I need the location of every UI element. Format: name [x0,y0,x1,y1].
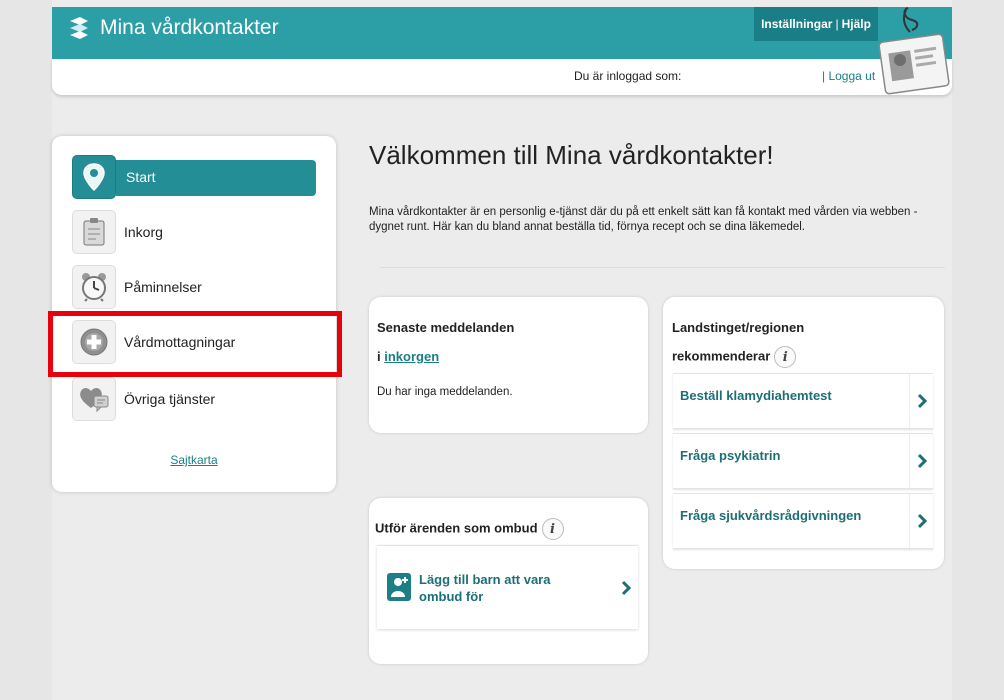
divider [380,267,945,268]
alarm-clock-icon [72,265,116,309]
settings-link[interactable]: Inställningar [761,17,832,31]
clipboard-icon [72,210,116,254]
logo[interactable]: Mina vårdkontakter [66,15,279,41]
user-bar: Du är inloggad som: | Logga ut [52,59,952,95]
help-link[interactable]: Hjälp [842,17,871,31]
header-bar: Mina vårdkontakter Inställningar | Hjälp [52,7,952,59]
link-label: Fråga sjukvårdsrådgivningen [680,508,862,523]
sidebar-item-paminnelser[interactable]: Påminnelser [72,264,316,310]
sidebar-item-start[interactable]: Start [72,154,316,200]
id-badge-icon [878,7,950,95]
person-add-icon [387,573,411,601]
sidebar-item-label: Inkorg [124,224,163,240]
recommend-heading-line2: rekommenderar [672,348,771,364]
add-child-ombud-link[interactable]: Lägg till barn att vara ombud för [377,545,638,629]
location-pin-icon [72,155,116,199]
add-child-ombud-label: Lägg till barn att vara ombud för [419,572,551,604]
recommend-heading-line1: Landstinget/regionen [672,320,805,335]
link-fraga-psykiatrin[interactable]: Fråga psykiatrin [673,433,933,489]
inbox-line: i inkorgen [377,349,439,364]
inbox-prefix: i [377,349,381,364]
chevron-right-icon [909,494,933,548]
page-title: Välkommen till Mina vårdkontakter! [369,140,774,170]
page-margin-right [952,0,1004,700]
sidebar-item-label: Övriga tjänster [124,391,216,407]
messages-heading: Senaste meddelanden [377,320,515,335]
link-label: Fråga psykiatrin [680,448,781,463]
chevron-right-icon [909,434,933,488]
info-icon[interactable]: i [774,346,797,368]
chevron-right-icon [909,374,933,428]
sidebar-item-label: Påminnelser [124,279,202,295]
link-bestall-klamydiahemtest[interactable]: Beställ klamydiahemtest [673,373,933,429]
ombud-heading-row: Utför ärenden som ombud i [375,518,564,540]
app-title: Mina vårdkontakter [100,16,279,39]
ombud-card: Utför ärenden som ombud i Lägg till barn … [369,498,648,664]
chevron-right-icon [614,546,638,629]
recommend-heading-row: rekommenderar i [672,346,797,368]
intro-text: Mina vårdkontakter är en personlig e-tjä… [369,206,918,233]
settings-separator: | [835,17,839,31]
recommendations-card: Landstinget/regionen rekommenderar i Best… [663,297,944,569]
link-fraga-sjukvardsradgivningen[interactable]: Fråga sjukvårdsrådgivningen [673,493,933,549]
sidebar-item-ovriga-tjanster[interactable]: Övriga tjänster [72,376,316,422]
sitemap-link[interactable]: Sajtkarta [52,453,336,467]
no-messages-text: Du har inga meddelanden. [377,386,513,398]
inbox-link[interactable]: inkorgen [384,349,439,364]
logout-link[interactable]: | Logga ut [822,69,875,83]
settings-help-tab: Inställningar | Hjälp [754,7,878,41]
page-margin-left [0,0,52,700]
logo-icon [70,17,88,39]
sidebar-item-inkorg[interactable]: Inkorg [72,209,316,255]
highlight-annotation [48,311,342,377]
sidebar-item-label: Start [126,169,156,185]
heart-speech-icon [72,377,116,421]
link-label: Beställ klamydiahemtest [680,388,832,403]
logged-in-label: Du är inloggad som: [574,69,682,83]
messages-card: Senaste meddelanden i inkorgen Du har in… [369,297,648,433]
ombud-heading: Utför ärenden som ombud [375,520,538,536]
info-icon[interactable]: i [541,518,564,540]
